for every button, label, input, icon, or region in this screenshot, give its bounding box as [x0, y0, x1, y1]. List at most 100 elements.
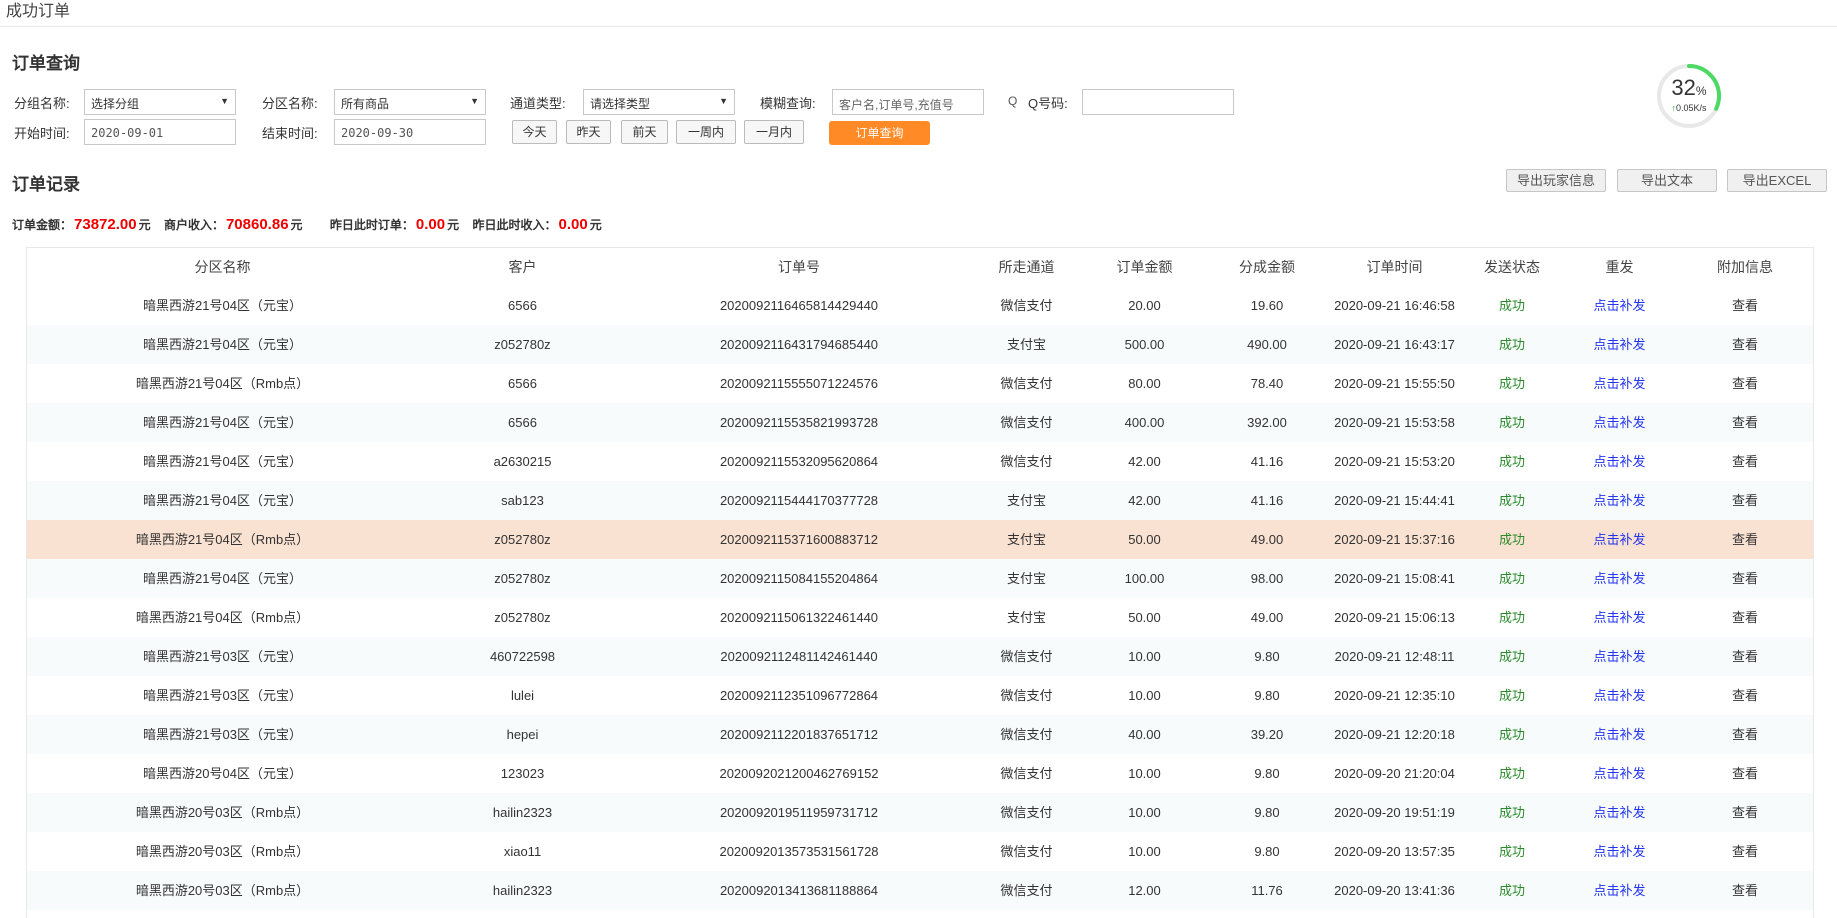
resend-link[interactable]: 点击补发 — [1562, 715, 1677, 754]
quick-today-button[interactable]: 今天 — [512, 120, 557, 144]
view-link[interactable]: 查看 — [1677, 364, 1813, 403]
quick-month-button[interactable]: 一月内 — [744, 120, 804, 144]
table-row: 暗黑西游21号03区（元宝） lulei 202009211235109677286… — [27, 676, 1813, 715]
customer-cell: 6566 — [508, 376, 537, 391]
zone-cell: 暗黑西游20号03区（Rmb点） — [135, 805, 310, 820]
resend-link[interactable]: 点击补发 — [1562, 520, 1677, 559]
status-cell: 成功 — [1498, 337, 1525, 352]
quick-week-button[interactable]: 一周内 — [676, 120, 736, 144]
customer-cell: 6566 — [508, 415, 537, 430]
share-cell: 9.80 — [1254, 649, 1280, 664]
amount-cell: 100.00 — [1124, 571, 1165, 586]
end-time-label: 结束时间: — [262, 126, 318, 141]
view-link[interactable]: 查看 — [1677, 832, 1813, 871]
zone-cell: 暗黑西游21号04区（元宝） — [143, 298, 302, 313]
amount-cell: 10.00 — [1128, 844, 1161, 859]
export-excel-button[interactable]: 导出EXCEL — [1727, 169, 1827, 192]
order-no-cell: 2020092112201837651712 — [719, 727, 879, 742]
quick-day-before-button[interactable]: 前天 — [621, 120, 668, 144]
view-link[interactable]: 查看 — [1677, 676, 1813, 715]
resend-link[interactable]: 点击补发 — [1562, 403, 1677, 442]
start-time-input[interactable]: 2020-09-01 — [84, 119, 236, 145]
resend-link[interactable]: 点击补发 — [1562, 325, 1677, 364]
zone-cell: 暗黑西游21号04区（元宝） — [143, 337, 302, 352]
order-no-cell: 2020092115535821993728 — [719, 415, 879, 430]
resend-link[interactable]: 点击补发 — [1562, 871, 1677, 910]
fuzzy-search-input[interactable]: 客户名,订单号,充值号 — [832, 89, 984, 115]
resend-link[interactable]: 点击补发 — [1562, 637, 1677, 676]
resend-link[interactable]: 点击补发 — [1562, 286, 1677, 325]
channel-select[interactable]: 请选择类型 ▼ — [583, 89, 735, 115]
view-link[interactable]: 查看 — [1677, 442, 1813, 481]
view-link[interactable]: 查看 — [1677, 559, 1813, 598]
customer-cell: z052780z — [494, 337, 551, 352]
query-section-title: 订单查询 — [12, 54, 80, 73]
customer-cell: z052780z — [494, 571, 551, 586]
view-link[interactable]: 查看 — [1677, 793, 1813, 832]
export-player-button[interactable]: 导出玩家信息 — [1506, 169, 1606, 192]
time-cell: 2020-09-21 15:06:13 — [1334, 610, 1455, 625]
channel-cell: 微信支付 — [1000, 298, 1053, 313]
customer-cell: a2630215 — [493, 454, 552, 469]
col-resend-header: 重发 — [1605, 259, 1634, 275]
group-select[interactable]: 选择分组 ▼ — [84, 89, 236, 115]
resend-link[interactable]: 点击补发 — [1562, 793, 1677, 832]
status-cell: 成功 — [1498, 688, 1525, 703]
zone-cell: 暗黑西游21号04区（元宝） — [143, 493, 302, 508]
col-channel-header: 所走通道 — [998, 259, 1055, 275]
channel-cell: 支付宝 — [1006, 493, 1046, 508]
col-time-header: 订单时间 — [1366, 259, 1423, 275]
resend-link[interactable]: 点击补发 — [1562, 364, 1677, 403]
view-link[interactable]: 查看 — [1677, 715, 1813, 754]
order-no-cell: 2020092013413681188864 — [719, 883, 879, 898]
view-link[interactable]: 查看 — [1677, 871, 1813, 910]
share-cell: 490.00 — [1247, 337, 1287, 352]
view-link[interactable]: 查看 — [1677, 325, 1813, 364]
amount-cell: 40.00 — [1128, 727, 1161, 742]
view-link[interactable]: 查看 — [1677, 286, 1813, 325]
col-extra-header: 附加信息 — [1717, 259, 1773, 275]
channel-cell: 微信支付 — [1000, 688, 1053, 703]
time-cell: 2020-09-20 21:20:04 — [1334, 766, 1455, 781]
resend-link[interactable]: 点击补发 — [1562, 754, 1677, 793]
view-link[interactable]: 查看 — [1677, 403, 1813, 442]
amount-cell: 10.00 — [1128, 688, 1161, 703]
resend-link[interactable]: 点击补发 — [1562, 559, 1677, 598]
order-amount-label: 订单金额： — [12, 218, 73, 232]
time-cell: 2020-09-21 15:08:41 — [1334, 571, 1455, 586]
view-link[interactable]: 查看 — [1677, 481, 1813, 520]
order-no-cell: 2020092112351096772864 — [719, 688, 879, 703]
status-cell: 成功 — [1498, 610, 1525, 625]
zone-cell: 暗黑西游21号04区（元宝） — [143, 415, 302, 430]
status-cell: 成功 — [1498, 493, 1525, 508]
customer-cell: sab123 — [501, 493, 544, 508]
zone-select[interactable]: 所有商品 ▼ — [334, 89, 486, 115]
export-text-button[interactable]: 导出文本 — [1617, 169, 1717, 192]
table-row: 暗黑西游21号04区（元宝） a2630215 202009211553209562… — [27, 442, 1813, 481]
resend-link[interactable]: 点击补发 — [1562, 676, 1677, 715]
view-link[interactable]: 查看 — [1677, 637, 1813, 676]
quick-yesterday-button[interactable]: 昨天 — [566, 120, 611, 144]
order-no-cell: 2020092116431794685440 — [719, 337, 879, 352]
end-time-input[interactable]: 2020-09-30 — [334, 119, 486, 145]
resend-link[interactable]: 点击补发 — [1562, 832, 1677, 871]
zone-cell: 暗黑西游21号04区（Rmb点） — [135, 532, 310, 547]
time-cell: 2020-09-21 16:43:17 — [1334, 337, 1455, 352]
view-link[interactable]: 查看 — [1677, 520, 1813, 559]
qq-label: Q号码: — [1028, 96, 1068, 111]
order-search-button[interactable]: 订单查询 — [829, 121, 930, 145]
share-cell: 98.00 — [1250, 571, 1284, 586]
share-cell: 39.20 — [1250, 727, 1284, 742]
order-no-cell: 2020092115532095620864 — [719, 454, 879, 469]
amount-cell: 20.00 — [1128, 298, 1161, 313]
col-order-no-header: 订单号 — [778, 259, 820, 275]
share-cell: 49.00 — [1250, 532, 1284, 547]
amount-cell: 10.00 — [1128, 649, 1161, 664]
view-link[interactable]: 查看 — [1677, 754, 1813, 793]
qq-input[interactable] — [1082, 89, 1234, 115]
resend-link[interactable]: 点击补发 — [1562, 481, 1677, 520]
resend-link[interactable]: 点击补发 — [1562, 598, 1677, 637]
status-cell: 成功 — [1498, 766, 1525, 781]
view-link[interactable]: 查看 — [1677, 598, 1813, 637]
resend-link[interactable]: 点击补发 — [1562, 442, 1677, 481]
